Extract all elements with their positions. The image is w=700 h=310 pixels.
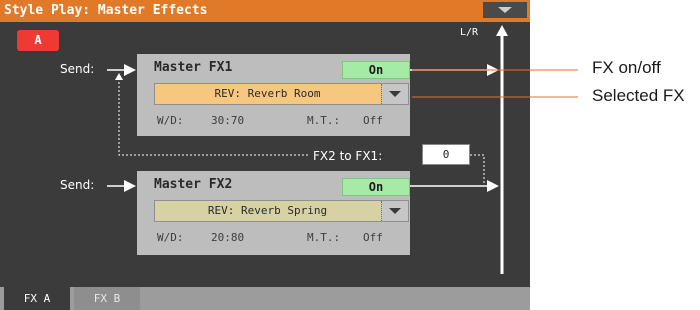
fx2-to-fx1-arrow-icon [115,73,123,80]
tab-bar: FX A FX B [0,287,530,310]
lr-bus-arrow-icon [496,25,508,36]
fx2-mt-value[interactable]: Off [363,231,383,244]
fx1-title: Master FX1 [154,60,233,75]
callout-selected-fx: Selected FX [592,86,685,105]
fx1-wd-label: W/D: [157,114,184,127]
fx2-to-fx1-label: FX2 to FX1: [313,149,383,163]
fx2-title: Master FX2 [154,177,233,192]
master-effects-screen: Style Play: Master Effects A L/R Send: M… [0,0,530,310]
fx1-on-off-button[interactable]: On [342,61,410,79]
tab-fx-b[interactable]: FX B [74,287,140,310]
fx2-effect-select[interactable]: REV: Reverb Spring [154,200,409,222]
tab-fx-a[interactable]: FX A [4,287,70,310]
fx1-mt-label: M.T.: [307,114,341,127]
fx2-wd-label: W/D: [157,231,184,244]
fx1-panel: Master FX1 On REV: Reverb Room W/D: 30:7… [137,54,410,136]
fx2-mt-label: M.T.: [307,231,341,244]
fx1-effect-select[interactable]: REV: Reverb Room [154,83,409,105]
fx1-effect-value: REV: Reverb Room [214,87,321,100]
fx1-wd-value[interactable]: 30:70 [211,114,244,127]
fx2-to-fx1-value[interactable]: 0 [422,144,470,165]
fx2-wd-value[interactable]: 20:80 [211,231,244,244]
chevron-down-icon[interactable] [381,201,408,221]
fx2-effect-value: REV: Reverb Spring [207,204,328,217]
fx2-to-fx1-route [470,154,485,184]
fx2-send-label: Send: [60,178,95,192]
fx1-send-label: Send: [60,62,95,76]
fx1-mt-value[interactable]: Off [363,114,383,127]
fx2-on-off-button[interactable]: On [342,178,410,196]
callout-fx-on-off: FX on/off [592,58,661,77]
fx2-panel: Master FX2 On REV: Reverb Spring W/D: 20… [137,171,410,255]
chevron-down-icon[interactable] [381,84,408,104]
